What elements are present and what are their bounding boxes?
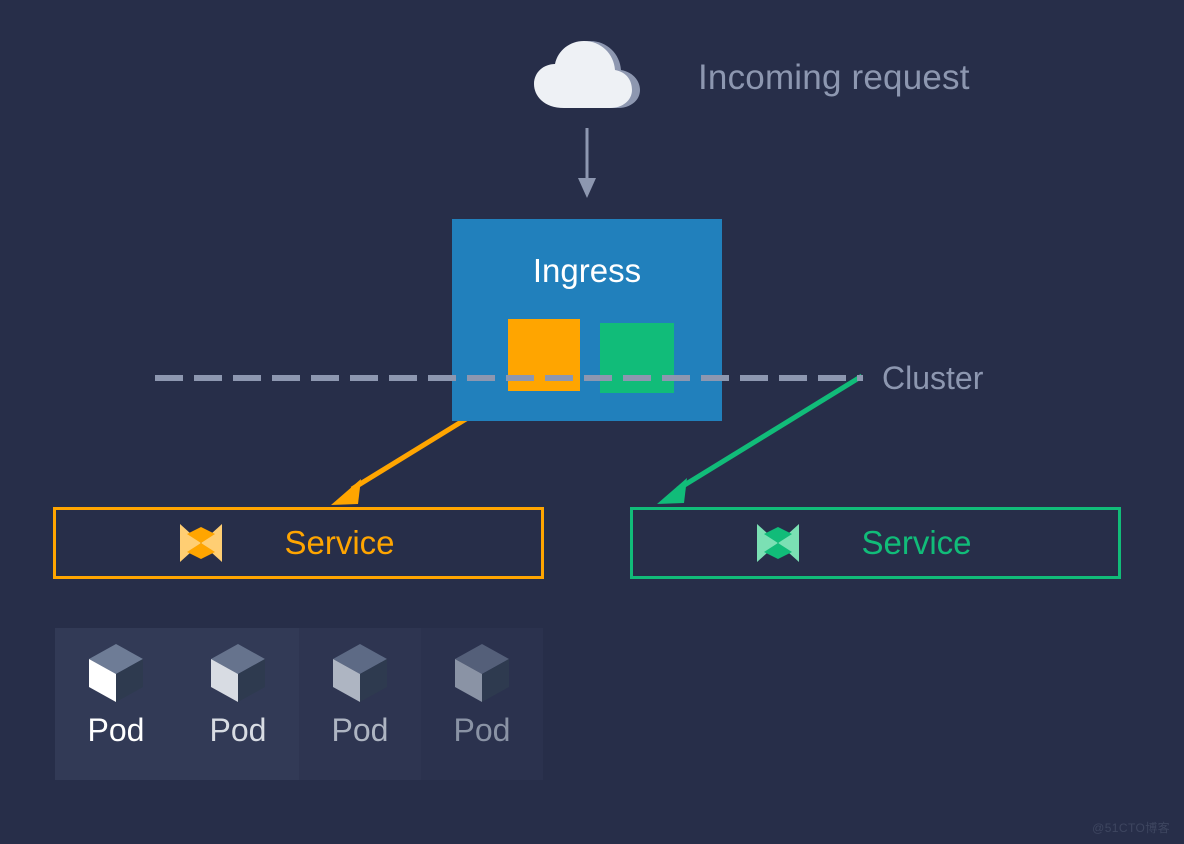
pods-panel: Pod Pod Pod Pod	[55, 628, 543, 780]
ingress-rule-green[interactable]	[600, 323, 674, 393]
pod-cube-icon	[455, 644, 509, 702]
ingress-label: Ingress	[532, 252, 642, 289]
pod-cube-icon	[333, 644, 387, 702]
pod-cube-icon	[89, 644, 143, 702]
service-box-green[interactable]: Service	[630, 507, 1121, 579]
service-label-green: Service	[861, 524, 972, 561]
ingress-box[interactable]: Ingress	[452, 219, 722, 421]
pod-item[interactable]: Pod	[299, 628, 421, 780]
pod-item[interactable]: Pod	[55, 628, 177, 780]
service-green-content: Service	[755, 522, 972, 564]
incoming-request-label: Incoming request	[698, 58, 970, 97]
watermark: @51CTO博客	[1092, 821, 1170, 835]
diagram-canvas: Incoming request Ingress Cluster Service…	[0, 0, 1184, 844]
pod-item[interactable]: Pod	[177, 628, 299, 780]
service-label-orange: Service	[284, 524, 395, 561]
service-bowtie-icon	[180, 524, 223, 562]
pod-label: Pod	[331, 712, 389, 748]
pod-label: Pod	[453, 712, 511, 748]
service-orange-content: Service	[178, 522, 395, 564]
cluster-label: Cluster	[882, 360, 984, 396]
cloud-icon	[534, 41, 640, 108]
pod-item[interactable]: Pod	[421, 628, 543, 780]
cluster-boundary-dashed-line	[155, 375, 863, 381]
pod-cube-icon	[211, 644, 265, 702]
down-arrow-icon	[578, 128, 596, 198]
service-box-orange[interactable]: Service	[53, 507, 544, 579]
pod-label: Pod	[209, 712, 267, 748]
pod-label: Pod	[87, 712, 145, 748]
service-bowtie-icon	[757, 524, 800, 562]
